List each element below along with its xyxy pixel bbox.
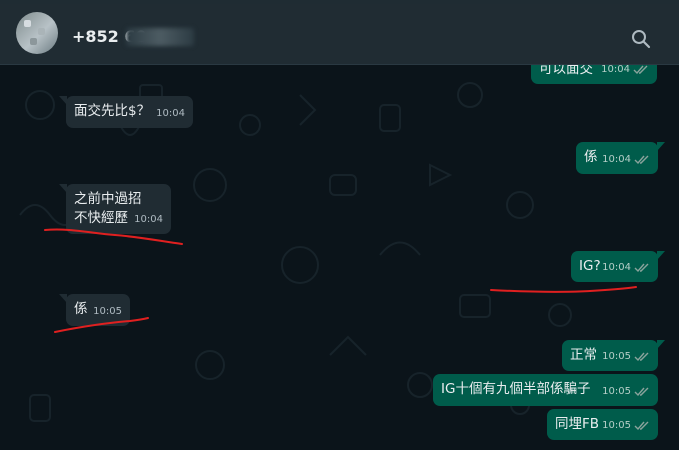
redacted-number	[126, 28, 194, 46]
avatar-pixel	[38, 28, 45, 35]
red-underline	[490, 286, 637, 293]
red-underline	[44, 228, 183, 245]
chat-area[interactable]: 可以面交 10:04 面交先比$？ 10:04 係 10:04 之前中過招 不快…	[0, 65, 679, 450]
avatar-pixel	[24, 20, 31, 27]
search-icon[interactable]	[630, 28, 652, 50]
red-underline-annotations	[44, 228, 637, 333]
avatar-pixel	[30, 38, 37, 45]
red-underline	[54, 317, 149, 333]
chat-header[interactable]: +852 60	[0, 4, 679, 65]
avatar[interactable]	[16, 12, 58, 54]
